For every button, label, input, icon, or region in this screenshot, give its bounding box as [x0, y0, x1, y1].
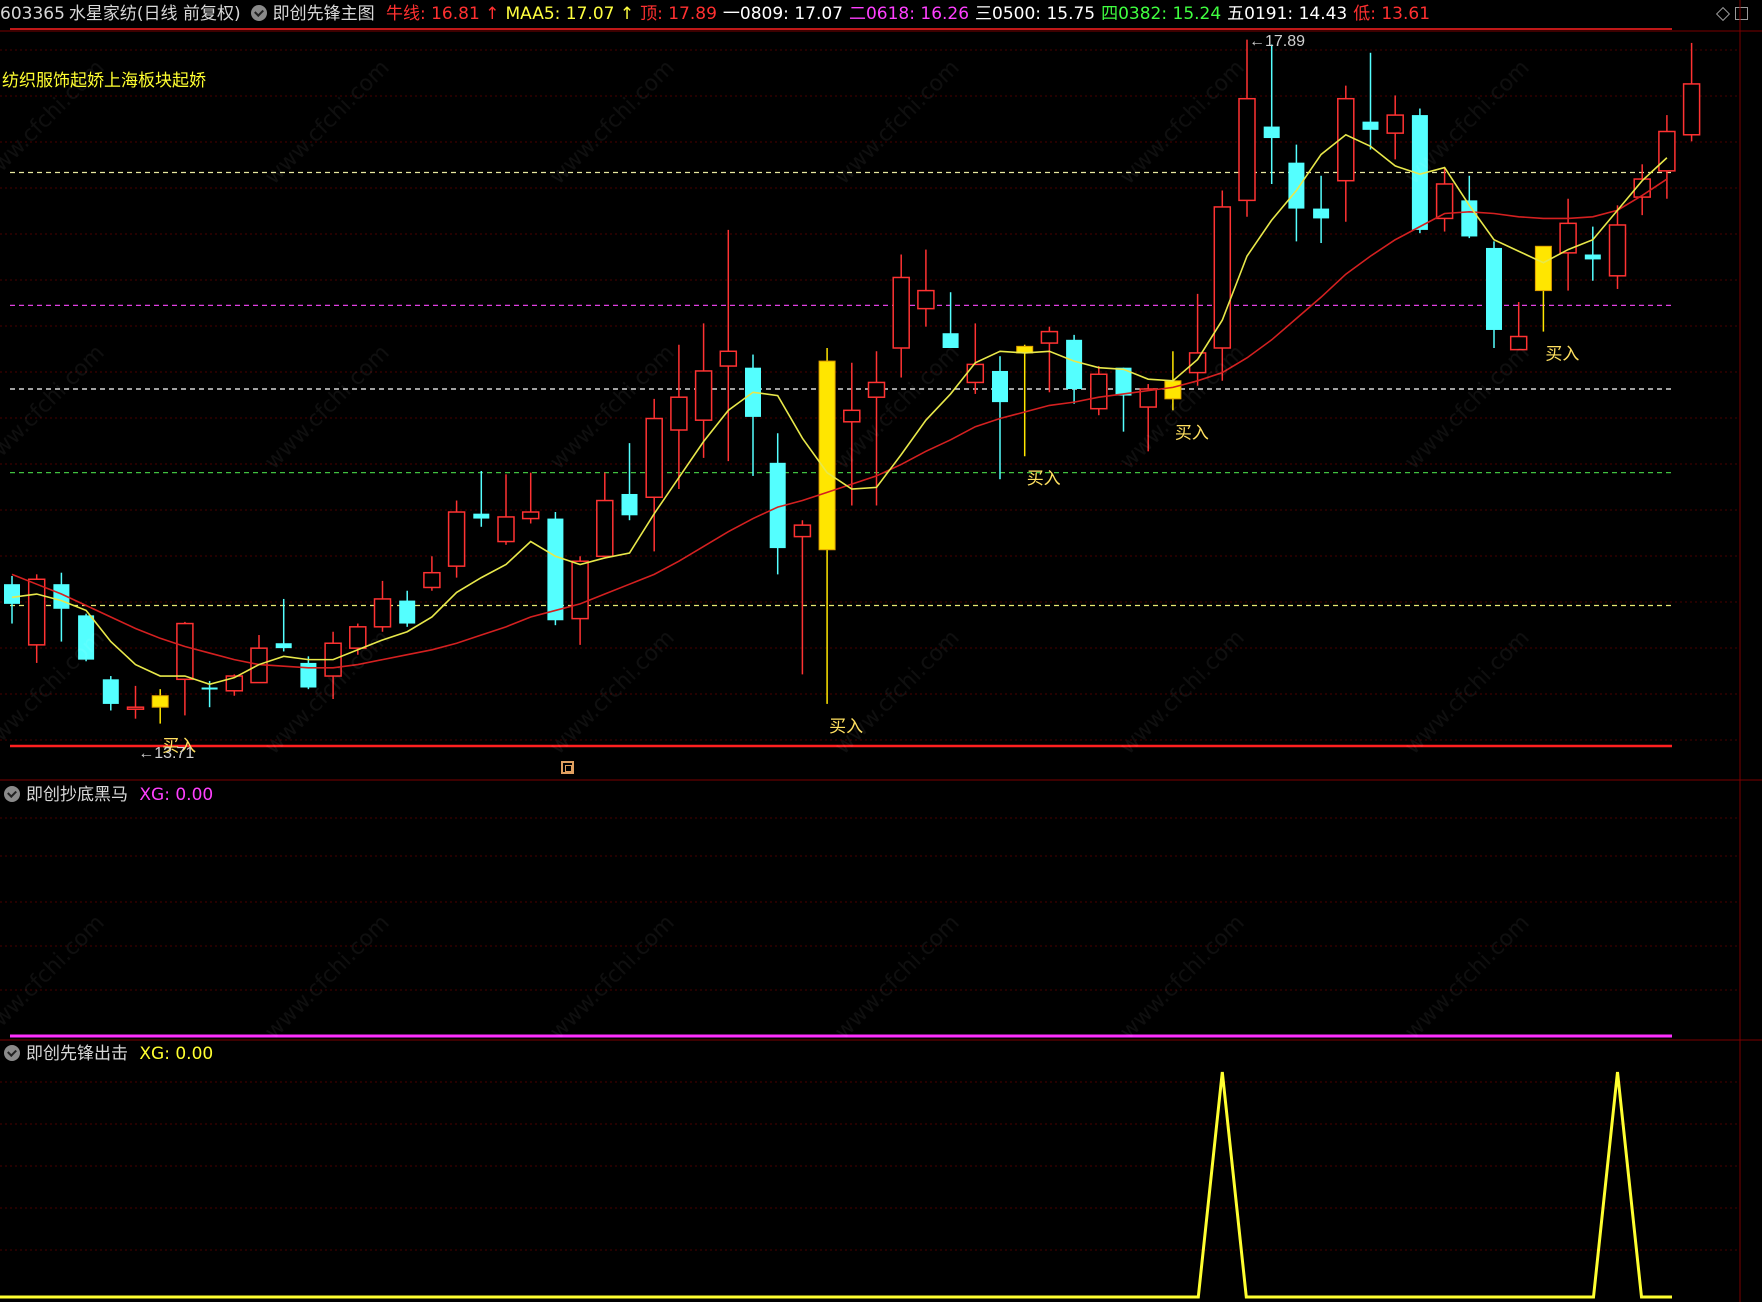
candle-body [1188, 352, 1207, 374]
candle-body [102, 679, 119, 704]
candle-body [992, 370, 1008, 403]
candle-body [621, 493, 638, 516]
ma-slow-line [11, 178, 1668, 669]
panel1-toggle-icon[interactable] [4, 786, 20, 802]
buy-label: 买入 [829, 717, 863, 736]
candle-body [547, 518, 564, 621]
high-price-label: ←17.89 [1249, 33, 1305, 50]
buy-label: 买入 [1545, 345, 1579, 364]
candle-body [571, 560, 589, 620]
main-note: 纺织服饰起娇上海板块起娇 [2, 71, 206, 91]
candle-body [917, 289, 935, 310]
candle-body [447, 511, 466, 567]
candle-body [1313, 208, 1330, 219]
panel1-header: 即创抄底黑马 XG: 0.00 [0, 782, 213, 808]
candle-body [1040, 330, 1059, 344]
buy-label: 买入 [1175, 423, 1209, 442]
panel1-title[interactable]: 即创抄底黑马 [26, 785, 128, 805]
candle-body [1066, 339, 1083, 389]
candle-body [497, 516, 515, 543]
candle-body [966, 363, 985, 384]
candle-body [1509, 335, 1528, 351]
candle-body [843, 409, 861, 423]
panel1-xg: XG: 0.00 [139, 785, 214, 805]
candle-body [867, 381, 886, 398]
candle-body [1386, 114, 1404, 134]
candle-body [126, 706, 145, 710]
candle-body [1362, 121, 1379, 130]
candle-body [521, 511, 540, 520]
panel2-title[interactable]: 即创先锋出击 [26, 1044, 128, 1064]
candle-body [596, 499, 614, 558]
candle-body [670, 396, 688, 431]
candle-body [1238, 97, 1256, 202]
candle-body [793, 524, 812, 538]
candle-body [1658, 130, 1676, 172]
candle-body [78, 615, 95, 660]
candle-body [4, 584, 20, 604]
candle-body [1559, 222, 1577, 254]
candle-body [1213, 206, 1232, 349]
candle-body [1608, 224, 1627, 277]
candle-body [423, 571, 441, 589]
candle-body [942, 333, 959, 348]
candle-body [1682, 83, 1701, 136]
candle-body [275, 643, 292, 649]
candle-body [373, 598, 392, 628]
scroll-center-icon[interactable] [561, 761, 574, 774]
candle-body [201, 687, 218, 690]
candle-body [176, 622, 194, 681]
candle-body [1584, 254, 1601, 260]
candle-body-buy [1164, 380, 1182, 400]
candle-body [27, 578, 46, 646]
candle-body [349, 626, 367, 649]
candle-body [399, 600, 416, 624]
candle-body [719, 350, 738, 367]
candle-body [1288, 162, 1305, 209]
main-chart-svg[interactable]: 买入买入买入买入买入←17.89←13.71 [0, 0, 1762, 1302]
candle-body [645, 417, 663, 499]
candle-body [694, 370, 713, 421]
candle-body [892, 276, 910, 349]
panel2-xg: XG: 0.00 [139, 1044, 214, 1064]
candle-body [1486, 247, 1502, 330]
candle-body-buy [151, 695, 169, 708]
candle-body-buy [818, 360, 836, 551]
panel2-toggle-icon[interactable] [4, 1045, 20, 1061]
candle-body [1090, 373, 1108, 410]
candle-body [300, 662, 317, 688]
candle-body [1263, 126, 1280, 139]
buy-label: 买入 [1027, 469, 1061, 488]
low-price-label: ←13.71 [138, 745, 194, 762]
candle-body [473, 513, 490, 519]
candle-body-buy [1534, 245, 1552, 292]
panel2-xg-line [0, 1071, 1672, 1299]
panel2-header: 即创先锋出击 XG: 0.00 [0, 1041, 213, 1067]
